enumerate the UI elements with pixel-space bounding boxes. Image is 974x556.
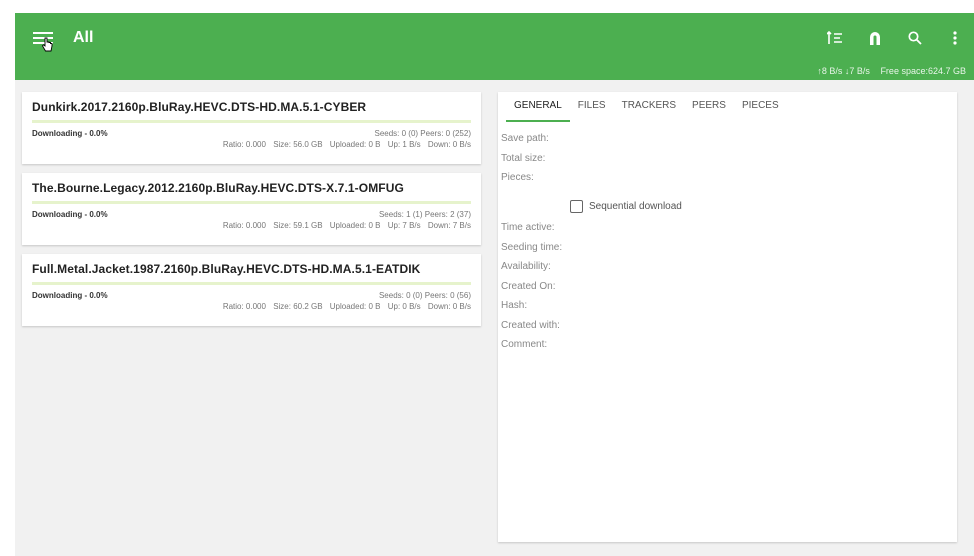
ratio: Ratio: 0.000 [222,140,266,149]
uploaded: Uploaded: 0 B [329,140,381,149]
tab-pieces[interactable]: PIECES [734,92,787,122]
field-seeding-time: Seeding time: [501,241,563,253]
uploaded: Uploaded: 0 B [329,302,381,311]
seeds-peers: Seeds: 0 (0) Peers: 0 (56) [378,291,471,300]
toolbar-actions [824,27,966,49]
upload-speed: Up: 1 B/s [387,140,421,149]
torrent-stats: Ratio: 0.000 Size: 56.0 GB Uploaded: 0 B… [218,140,471,149]
tab-files[interactable]: FILES [570,92,614,122]
seeds-peers: Seeds: 0 (0) Peers: 0 (252) [374,129,472,138]
upload-speed: Up: 7 B/s [387,221,421,230]
ratio: Ratio: 0.000 [222,221,266,230]
sequential-download-checkbox[interactable] [570,200,583,213]
torrent-card[interactable]: Dunkirk.2017.2160p.BluRay.HEVC.DTS-HD.MA… [22,92,481,164]
ratio: Ratio: 0.000 [222,302,266,311]
field-time-active: Time active: [501,222,555,233]
field-save-path: Save path: [501,133,549,144]
torrent-status: Downloading - 0.0% [32,291,108,300]
download-speed: Down: 7 B/s [427,221,471,230]
size: Size: 56.0 GB [273,140,323,149]
app-window: All ↑8 B/s ↓7 B/s Free space:624.7 GB Du… [15,13,974,556]
field-created-with: Created with: [501,319,560,331]
general-fields-top: Save path: Total size: Pieces: [501,129,549,188]
sort-icon[interactable] [824,27,846,49]
torrent-name: The.Bourne.Legacy.2012.2160p.BluRay.HEVC… [32,181,404,195]
more-vert-icon[interactable] [944,27,966,49]
free-space: Free space:624.7 GB [880,66,966,76]
torrent-stats: Ratio: 0.000 Size: 60.2 GB Uploaded: 0 B… [218,302,471,311]
torrent-stats: Ratio: 0.000 Size: 59.1 GB Uploaded: 0 B… [218,221,471,230]
size: Size: 59.1 GB [273,221,323,230]
detail-panel: GENERAL FILES TRACKERS PEERS PIECES Save… [498,92,957,542]
general-fields-bottom: Time active: Seeding time: Availability:… [501,218,562,355]
seeds-peers: Seeds: 1 (1) Peers: 2 (37) [378,210,471,219]
progress-bar [32,201,471,204]
torrent-name: Dunkirk.2017.2160p.BluRay.HEVC.DTS-HD.MA… [32,100,367,114]
tab-general[interactable]: GENERAL [506,92,570,122]
download-speed: Down: 0 B/s [427,302,471,311]
hand-cursor-icon [41,37,53,52]
tab-trackers[interactable]: TRACKERS [614,92,684,122]
torrent-status: Downloading - 0.0% [32,210,108,219]
detail-tabs: GENERAL FILES TRACKERS PEERS PIECES [498,92,957,122]
field-availability: Availability: [501,261,551,272]
upload-speed: Up: 0 B/s [387,302,421,311]
torrent-list: Dunkirk.2017.2160p.BluRay.HEVC.DTS-HD.MA… [22,92,481,335]
field-hash: Hash: [501,300,528,311]
field-comment: Comment: [501,339,548,350]
page-title: All [73,29,94,46]
torrent-card[interactable]: Full.Metal.Jacket.1987.2160p.BluRay.HEVC… [22,254,481,326]
sequential-download-option[interactable]: Sequential download [570,200,682,213]
size: Size: 60.2 GB [273,302,323,311]
progress-bar [32,120,471,123]
field-total-size: Total size: [501,152,546,164]
search-icon[interactable] [904,27,926,49]
magnet-icon[interactable] [864,27,886,49]
sequential-download-label: Sequential download [589,201,682,212]
transfer-stats: ↑8 B/s ↓7 B/s Free space:624.7 GB [809,66,966,76]
app-bar: All ↑8 B/s ↓7 B/s Free space:624.7 GB [15,13,974,80]
download-speed: Down: 0 B/s [427,140,471,149]
speed-stats: ↑8 B/s ↓7 B/s [817,66,870,76]
field-pieces: Pieces: [501,172,534,183]
field-created-on: Created On: [501,280,556,292]
torrent-card[interactable]: The.Bourne.Legacy.2012.2160p.BluRay.HEVC… [22,173,481,245]
progress-bar [32,282,471,285]
uploaded: Uploaded: 0 B [329,221,381,230]
torrent-status: Downloading - 0.0% [32,129,108,138]
torrent-name: Full.Metal.Jacket.1987.2160p.BluRay.HEVC… [32,262,421,276]
tab-peers[interactable]: PEERS [684,92,734,122]
